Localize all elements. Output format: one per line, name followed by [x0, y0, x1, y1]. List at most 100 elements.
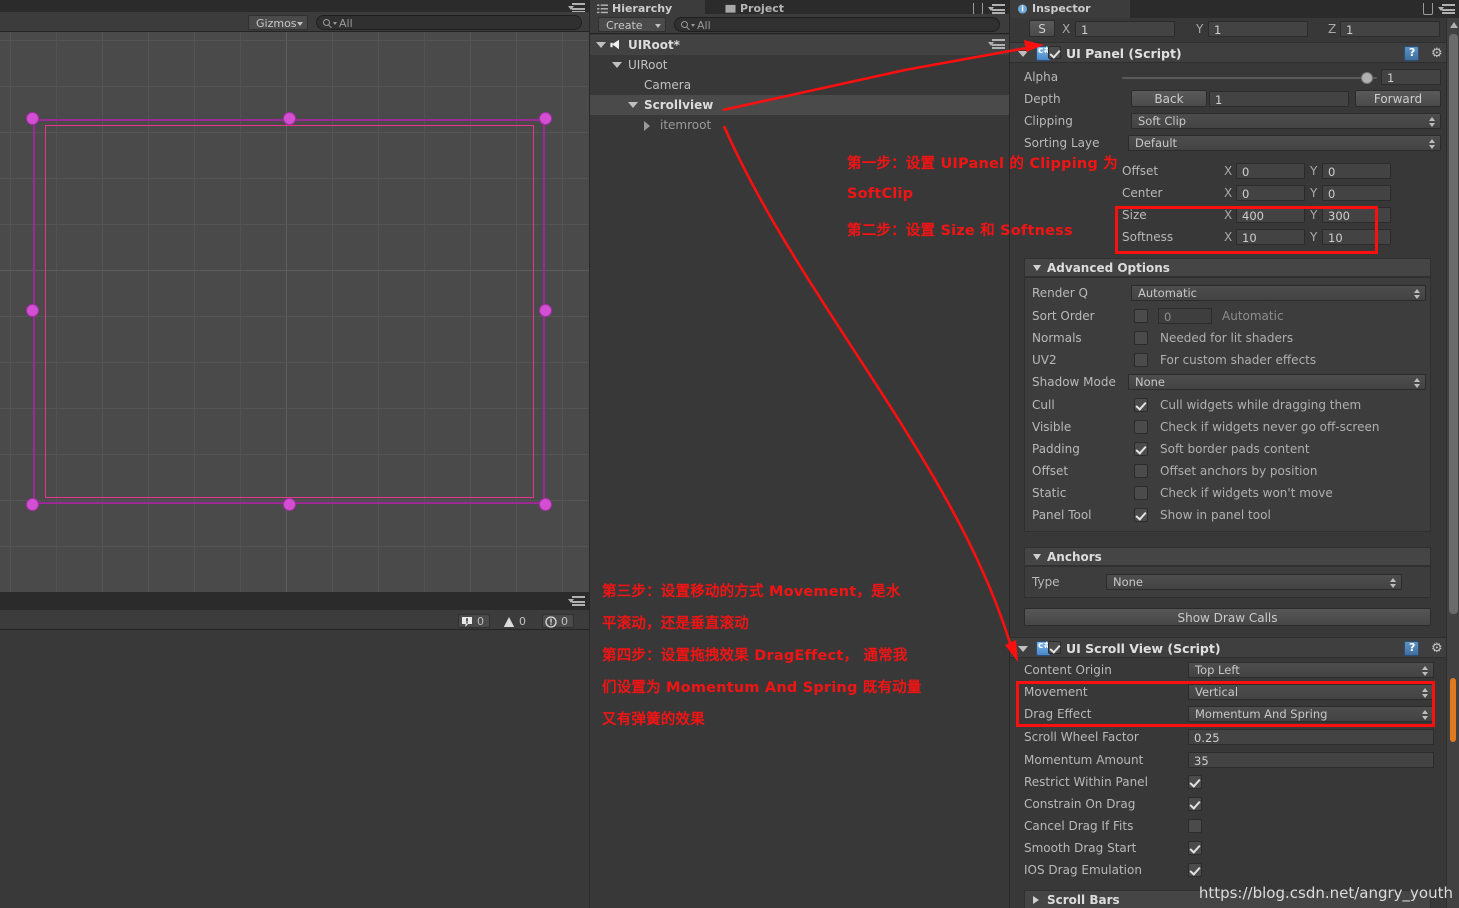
hierarchy-row-uiroot-scene[interactable]: UIRoot*	[590, 35, 1009, 55]
scene-handle-bottom-right[interactable]	[539, 498, 552, 511]
cancel-drag-if-fits-checkbox[interactable]	[1188, 819, 1202, 833]
uv2-checkbox[interactable]	[1134, 353, 1148, 367]
sort-order-input[interactable]: 0	[1158, 308, 1212, 324]
scene-search-input[interactable]: All	[316, 15, 582, 30]
render-queue-dropdown[interactable]: Automatic	[1131, 285, 1426, 301]
gear-icon[interactable]: ⚙	[1431, 641, 1447, 656]
scroll-wheel-factor-input[interactable]: 0.25	[1188, 729, 1434, 745]
depth-back-button[interactable]: Back	[1131, 90, 1207, 107]
center-y-input[interactable]: 0	[1322, 185, 1391, 201]
panel-tool-checkbox[interactable]	[1134, 508, 1148, 522]
console-toolbar: 0 0 0	[0, 610, 589, 630]
create-button[interactable]: Create	[598, 17, 666, 32]
advanced-options-header[interactable]: Advanced Options	[1024, 258, 1431, 277]
sort-order-checkbox[interactable]	[1134, 309, 1148, 323]
content-origin-row: Content Origin Top Left	[1010, 659, 1459, 681]
chevron-down-icon[interactable]	[596, 42, 606, 48]
shadow-mode-dropdown[interactable]: None	[1128, 374, 1426, 390]
chevron-down-icon[interactable]	[628, 102, 638, 108]
ui-panel-enabled-checkbox[interactable]	[1048, 46, 1061, 59]
chevron-down-icon[interactable]	[1018, 646, 1028, 652]
scale-x-input[interactable]: 1	[1075, 21, 1175, 37]
anchor-type-dropdown[interactable]: None	[1106, 574, 1402, 590]
center-x-input[interactable]: 0	[1236, 185, 1305, 201]
restrict-within-panel-checkbox[interactable]	[1188, 775, 1202, 789]
visible-checkbox[interactable]	[1134, 420, 1148, 434]
hierarchy-row-itemroot[interactable]: itemroot	[590, 115, 1009, 135]
ui-scroll-view-component-header[interactable]: UI Scroll View (Script) ⚙	[1010, 637, 1459, 658]
gizmos-button[interactable]: Gizmos	[248, 15, 308, 30]
smooth-drag-start-checkbox[interactable]	[1188, 841, 1202, 855]
cull-checkbox[interactable]	[1134, 398, 1148, 412]
offset-y-input[interactable]: 0	[1322, 163, 1391, 179]
ui-scroll-view-enabled-checkbox[interactable]	[1048, 641, 1061, 654]
offset-anchors-checkbox[interactable]	[1134, 464, 1148, 478]
scene-handle-mid-left[interactable]	[26, 304, 39, 317]
ui-panel-title: UI Panel (Script)	[1066, 46, 1182, 61]
console-log-count[interactable]: 0	[542, 614, 574, 628]
show-draw-calls-button[interactable]: Show Draw Calls	[1024, 608, 1431, 626]
watermark: https://blog.csdn.net/angry_youth	[1198, 884, 1453, 902]
help-icon[interactable]	[1404, 46, 1419, 61]
updown-arrows-icon	[1429, 117, 1436, 127]
depth-back-label: Back	[1154, 92, 1184, 106]
chevron-down-icon[interactable]	[612, 62, 622, 68]
chevron-right-icon[interactable]	[644, 121, 650, 131]
tab-inspector[interactable]: Inspector	[1010, 0, 1130, 18]
offset-x-input[interactable]: 0	[1236, 163, 1305, 179]
hierarchy-row-scrollview[interactable]: Scrollview	[590, 95, 1009, 115]
console-warning-count-label: 0	[519, 615, 526, 628]
gear-icon[interactable]: ⚙	[1431, 46, 1447, 61]
scroll-up-arrow-icon[interactable]	[1450, 22, 1458, 28]
padding-checkbox[interactable]	[1134, 442, 1148, 456]
chevron-down-icon[interactable]	[1018, 51, 1028, 57]
project-icon	[725, 4, 736, 13]
scale-z-input[interactable]: 1	[1340, 21, 1440, 37]
constrain-on-drag-checkbox[interactable]	[1188, 797, 1202, 811]
inspector-scrollbar-thumb[interactable]	[1449, 34, 1458, 614]
depth-value-input[interactable]: 1	[1209, 91, 1349, 107]
inspector-scrollbar[interactable]	[1446, 18, 1459, 908]
console-warning-count[interactable]: 0	[500, 614, 532, 628]
scene-handle-bottom-center[interactable]	[283, 498, 296, 511]
hierarchy-search-input[interactable]: All	[674, 17, 1000, 32]
hierarchy-row-camera[interactable]: Camera	[590, 75, 1009, 95]
ui-panel-component-header[interactable]: UI Panel (Script) ⚙	[1010, 42, 1459, 63]
ios-drag-emulation-checkbox[interactable]	[1188, 863, 1202, 877]
inspector-panel-menu-icon[interactable]	[1438, 4, 1455, 15]
console-panel-menu-icon[interactable]	[568, 596, 585, 607]
scale-y-input[interactable]: 1	[1208, 21, 1308, 37]
depth-value: 1	[1215, 93, 1223, 107]
sorting-layer-dropdown[interactable]: Default	[1128, 135, 1441, 151]
hierarchy-row-uiroot[interactable]: UIRoot	[590, 55, 1009, 75]
alpha-value-input[interactable]: 1	[1381, 69, 1441, 85]
clipping-dropdown[interactable]: Soft Clip	[1131, 113, 1441, 129]
scene-handle-mid-right[interactable]	[539, 304, 552, 317]
cull-hint: Cull widgets while dragging them	[1160, 398, 1362, 412]
normals-checkbox[interactable]	[1134, 331, 1148, 345]
console-error-count[interactable]: 0	[458, 614, 490, 628]
console-tabbar	[0, 592, 589, 610]
scene-handle-bottom-left[interactable]	[26, 498, 39, 511]
static-label: Static	[1032, 486, 1067, 500]
updown-arrows-icon	[1429, 139, 1436, 149]
render-queue-value: Automatic	[1138, 286, 1197, 300]
alpha-slider-thumb[interactable]	[1361, 72, 1373, 84]
alpha-slider-track[interactable]	[1122, 77, 1377, 79]
depth-row: Depth Back 1 Forward	[1010, 88, 1459, 110]
depth-forward-button[interactable]: Forward	[1355, 90, 1441, 107]
scene-handle-top-center[interactable]	[283, 112, 296, 125]
momentum-amount-input[interactable]: 35	[1188, 752, 1434, 768]
lock-icon[interactable]	[1423, 3, 1433, 15]
scale-prefix-button[interactable]: S	[1029, 20, 1055, 37]
hierarchy-row-menu-icon[interactable]	[988, 39, 1005, 50]
scene-canvas[interactable]	[0, 32, 589, 592]
static-checkbox[interactable]	[1134, 486, 1148, 500]
scene-handle-top-right[interactable]	[539, 112, 552, 125]
help-icon[interactable]	[1404, 641, 1419, 656]
scene-handle-top-left[interactable]	[26, 112, 39, 125]
content-origin-dropdown[interactable]: Top Left	[1188, 662, 1434, 678]
anchors-header[interactable]: Anchors	[1024, 547, 1431, 566]
show-draw-calls-label: Show Draw Calls	[1177, 611, 1278, 625]
console-log-list[interactable]	[0, 630, 589, 908]
